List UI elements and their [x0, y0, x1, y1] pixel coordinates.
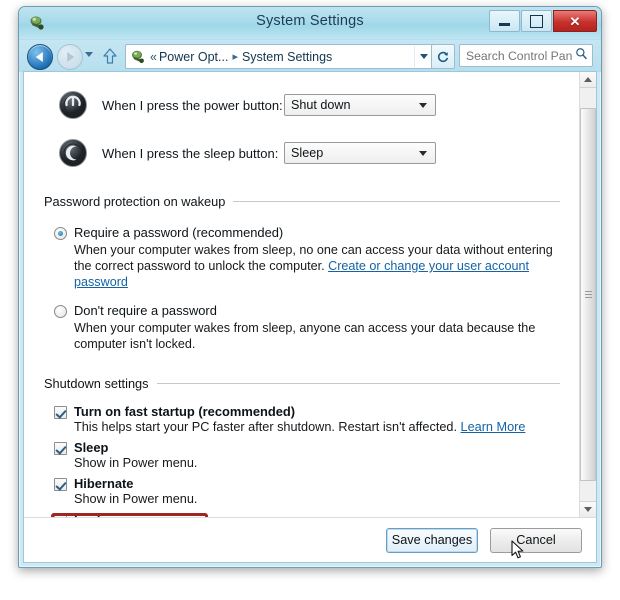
power-button-action-select[interactable]: Shut down	[284, 94, 436, 116]
password-protection-group: Password protection on wakeup Require a …	[44, 194, 560, 352]
maximize-button[interactable]	[521, 10, 552, 32]
require-password-radio[interactable]	[54, 227, 67, 240]
require-password-option[interactable]: Require a password (recommended) When yo…	[54, 225, 560, 290]
up-button[interactable]	[101, 46, 119, 66]
no-password-option[interactable]: Don't require a password When your compu…	[54, 303, 560, 352]
fast-startup-label: Turn on fast startup (recommended)	[74, 404, 296, 419]
password-group-legend-text: Password protection on wakeup	[44, 194, 226, 209]
breadcrumb-chevrons: «	[150, 49, 157, 64]
breadcrumb-power-options-icon	[130, 49, 146, 65]
vertical-scrollbar[interactable]	[579, 72, 596, 517]
address-bar[interactable]: « Power Opt... ▸ System Settings	[125, 44, 433, 69]
search-icon	[575, 47, 588, 65]
shutdown-settings-group: Shutdown settings Turn on fast startup (…	[44, 376, 560, 517]
cancel-button[interactable]: Cancel	[490, 527, 582, 553]
scrollbar-grip-icon	[584, 289, 592, 300]
chevron-down-icon	[419, 150, 427, 156]
search-input[interactable]	[464, 47, 575, 64]
scrollbar-thumb[interactable]	[580, 108, 596, 481]
sleep-description: Show in Power menu.	[74, 456, 198, 470]
scroll-viewport: When I press the power button: Shut down	[24, 72, 596, 518]
shutdown-group-legend: Shutdown settings	[44, 376, 560, 391]
save-changes-button[interactable]: Save changes	[386, 527, 478, 553]
sleep-button-row: When I press the sleep button: Sleep	[44, 134, 560, 172]
refresh-button[interactable]	[431, 44, 455, 69]
sleep-item[interactable]: Sleep Show in Power menu.	[54, 440, 560, 470]
no-password-description: When your computer wakes from sleep, any…	[74, 321, 536, 351]
sleep-moon-icon	[58, 138, 88, 168]
sleep-button-label: When I press the sleep button:	[102, 145, 279, 161]
address-dropdown-icon[interactable]	[414, 46, 432, 67]
no-password-label: Don't require a password	[74, 303, 217, 318]
power-button-row: When I press the power button: Shut down	[44, 86, 560, 124]
breadcrumb-current[interactable]: System Settings	[242, 50, 332, 64]
require-password-description: When your computer wakes from sleep, no …	[74, 242, 560, 290]
minimize-button[interactable]	[489, 10, 520, 32]
chevron-down-icon	[419, 102, 427, 108]
navigation-bar: « Power Opt... ▸ System Settings	[19, 40, 601, 72]
hibernate-item[interactable]: Hibernate Show in Power menu.	[54, 476, 560, 506]
sleep-button-action-value: Sleep	[291, 146, 324, 160]
system-settings-window: System Settings ✕ « Power Opt... ▸ Syste…	[18, 6, 602, 568]
hibernate-checkbox[interactable]	[54, 478, 67, 491]
mouse-cursor-icon	[511, 540, 525, 560]
fast-startup-description-text: This helps start your PC faster after sh…	[74, 420, 457, 434]
settings-content: When I press the power button: Shut down	[24, 72, 578, 517]
power-button-label: When I press the power button:	[102, 97, 283, 113]
power-button-action-value: Shut down	[291, 98, 351, 112]
window-controls: ✕	[488, 10, 597, 32]
recent-pages-chevron-icon[interactable]	[85, 52, 93, 57]
shutdown-group-legend-text: Shutdown settings	[44, 376, 149, 391]
power-button-icon	[58, 90, 88, 120]
scroll-up-button[interactable]	[580, 72, 596, 88]
back-button[interactable]	[27, 44, 53, 70]
forward-button[interactable]	[57, 44, 83, 70]
settings-pane: When I press the power button: Shut down	[23, 71, 597, 563]
password-group-legend: Password protection on wakeup	[44, 194, 560, 209]
sleep-button-action-select[interactable]: Sleep	[284, 142, 436, 164]
breadcrumb-separator[interactable]: ▸	[232, 50, 238, 63]
dialog-footer: Save changes Cancel	[24, 518, 596, 562]
learn-more-link[interactable]: Learn More	[461, 420, 526, 434]
scroll-down-button[interactable]	[580, 501, 596, 517]
hibernate-description: Show in Power menu.	[74, 492, 198, 506]
breadcrumb-parent[interactable]: Power Opt...	[159, 50, 228, 64]
search-box[interactable]	[459, 44, 593, 67]
no-password-radio[interactable]	[54, 305, 67, 318]
close-button[interactable]: ✕	[553, 10, 597, 32]
sleep-label: Sleep	[74, 440, 109, 455]
title-bar: System Settings ✕	[19, 7, 601, 40]
sleep-checkbox[interactable]	[54, 442, 67, 455]
require-password-label: Require a password (recommended)	[74, 225, 284, 240]
fast-startup-checkbox[interactable]	[54, 406, 67, 419]
fast-startup-item[interactable]: Turn on fast startup (recommended) This …	[54, 404, 560, 434]
fast-startup-description: This helps start your PC faster after sh…	[74, 420, 560, 434]
hibernate-label: Hibernate	[74, 476, 134, 491]
